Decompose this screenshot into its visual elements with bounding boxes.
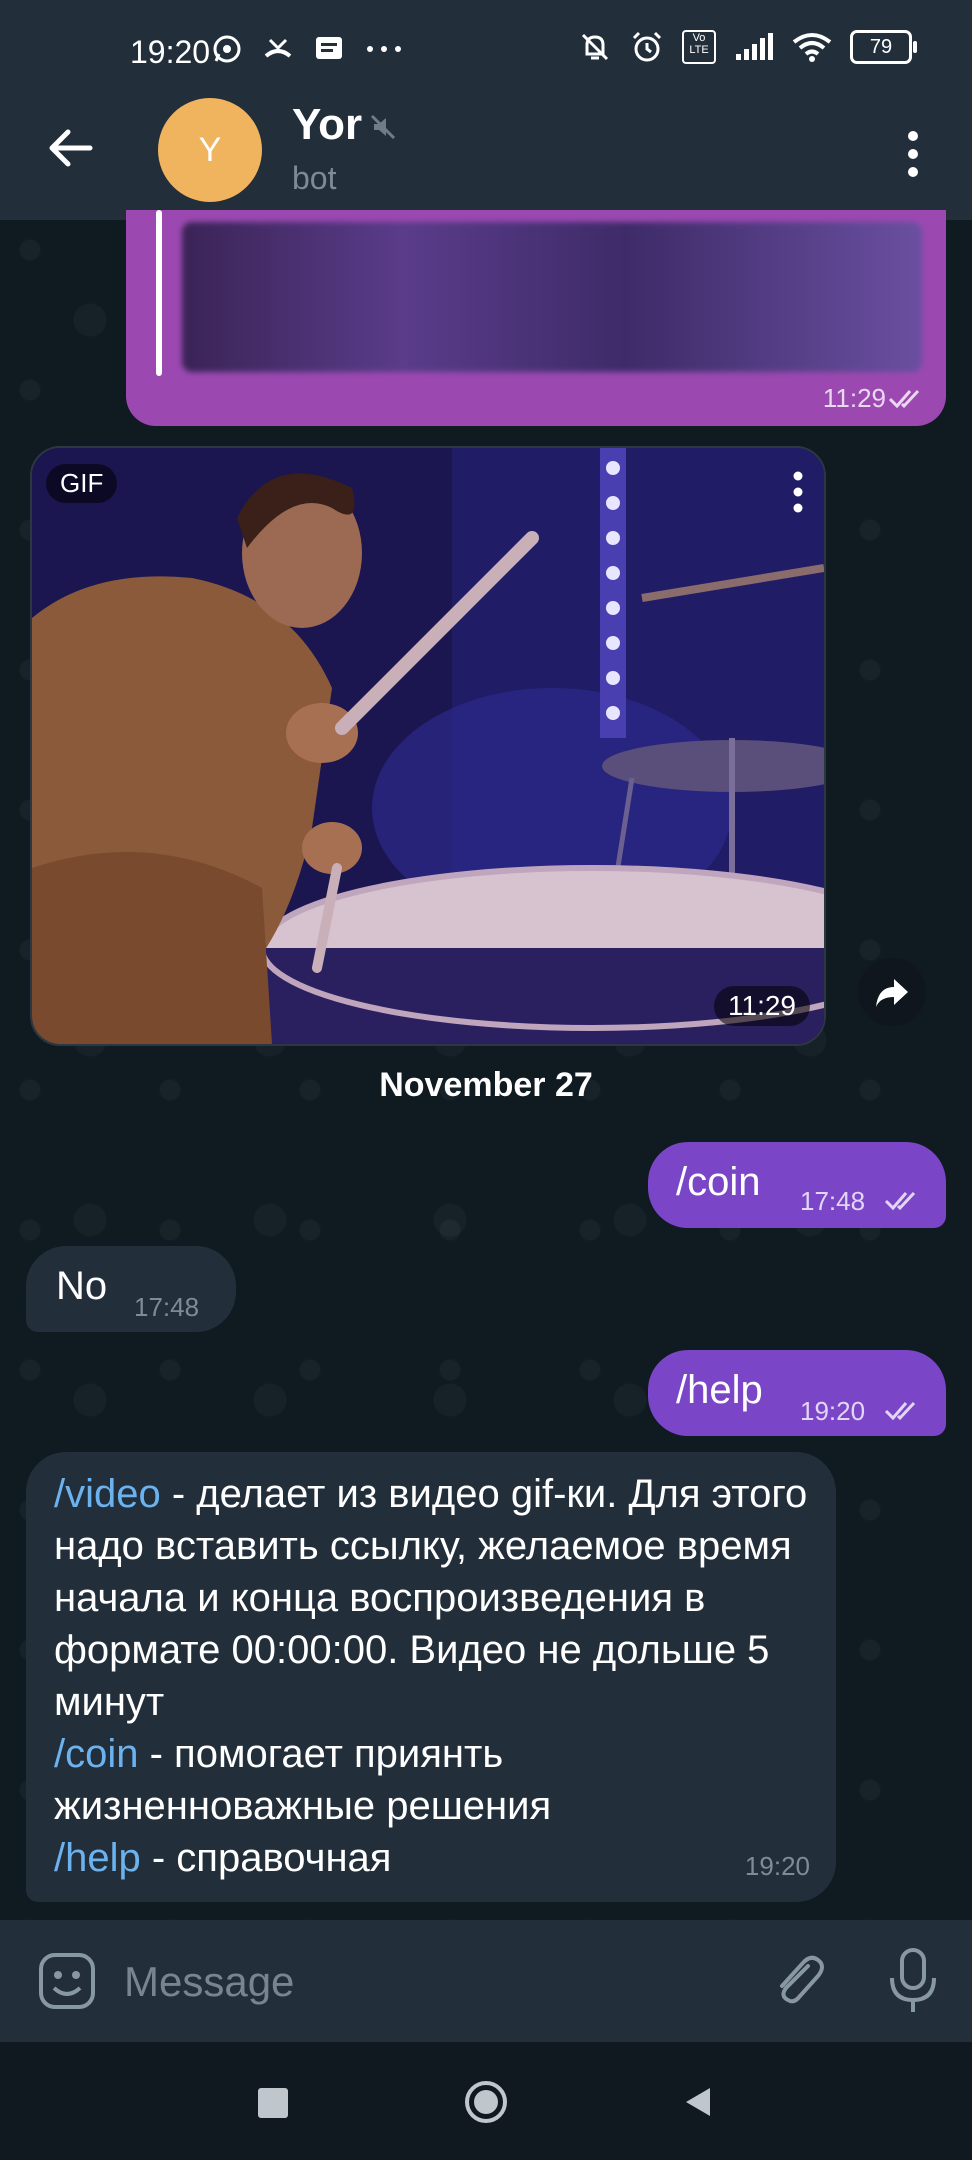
message-input[interactable]: Message: [124, 1958, 294, 2006]
incoming-message[interactable]: /video - делает из видео gif-ки. Для это…: [26, 1452, 836, 1902]
message-time: 11:29: [822, 383, 886, 413]
nav-recents-icon[interactable]: [258, 2088, 288, 2118]
outgoing-message[interactable]: /help 19:20: [648, 1350, 946, 1436]
emoji-icon[interactable]: [36, 1950, 98, 2012]
forward-button[interactable]: [858, 958, 926, 1026]
message-text: /coin: [676, 1160, 761, 1204]
double-check-icon: [888, 389, 920, 409]
command-link-coin[interactable]: /coin: [54, 1732, 139, 1776]
message-icon: [316, 37, 342, 59]
status-bar: 19:20 Vo LTE 79: [0, 0, 972, 100]
gif-badge: GIF: [46, 464, 118, 503]
message-time: 19:20: [800, 1396, 866, 1426]
double-check-icon: [884, 1191, 916, 1211]
whatsapp-icon: [213, 35, 241, 63]
more-icon: [367, 46, 401, 52]
outgoing-message[interactable]: /coin 17:48: [648, 1142, 946, 1228]
muted-icon: [370, 114, 396, 140]
avatar-letter: Y: [198, 130, 222, 169]
command-link-video[interactable]: /video: [54, 1472, 161, 1516]
back-arrow-icon[interactable]: [40, 118, 100, 178]
volte-icon: Vo LTE: [682, 30, 716, 64]
mic-icon[interactable]: [880, 1946, 946, 2016]
message-time: 17:48: [134, 1292, 200, 1322]
chat-subtitle: bot: [292, 160, 337, 196]
help-description: - справочная: [140, 1836, 392, 1880]
command-link-help[interactable]: /help: [54, 1836, 141, 1880]
forwarded-message-bubble[interactable]: 11:29: [126, 210, 946, 426]
battery-icon: 79: [850, 30, 917, 64]
message-text: No: [56, 1264, 108, 1308]
nav-home-icon[interactable]: [464, 2080, 508, 2124]
gif-message[interactable]: GIF 11:29: [30, 446, 826, 1046]
status-time: 19:20: [130, 34, 211, 70]
forward-icon: [876, 979, 908, 1007]
avatar[interactable]: Y: [158, 98, 262, 202]
wifi-icon: [792, 33, 832, 62]
incoming-message[interactable]: No 17:48: [26, 1246, 236, 1332]
forward-quote-bar: [156, 210, 162, 376]
date-separator: November 27: [379, 1066, 593, 1104]
message-time: 17:48: [800, 1186, 866, 1216]
double-check-icon: [884, 1401, 916, 1421]
kebab-menu-icon[interactable]: [788, 468, 808, 516]
alarm-icon: [632, 31, 662, 62]
kebab-menu-icon[interactable]: [895, 128, 931, 180]
blurred-media-preview[interactable]: [182, 222, 922, 372]
missed-call-icon: [264, 38, 292, 58]
chat-header: 19:20 Vo LTE 79 Y Yor bot: [0, 0, 972, 220]
attach-icon[interactable]: [764, 1948, 830, 2014]
mute-notification-icon: [581, 33, 609, 61]
chat-title[interactable]: Yor: [292, 100, 362, 150]
message-input-bar: Message: [0, 1920, 972, 2042]
nav-back-icon[interactable]: [680, 2084, 716, 2120]
message-text: /help: [676, 1368, 763, 1412]
video-description: - делает из видео gif-ки. Для этого надо…: [54, 1472, 808, 1724]
signal-icon: [736, 33, 773, 60]
battery-level: 79: [869, 35, 893, 58]
help-message-text: /video - делает из видео gif-ки. Для это…: [54, 1468, 824, 1884]
message-time: 11:29: [714, 986, 810, 1026]
gif-preview-image[interactable]: [32, 448, 824, 1044]
message-time: 19:20: [744, 1851, 810, 1881]
